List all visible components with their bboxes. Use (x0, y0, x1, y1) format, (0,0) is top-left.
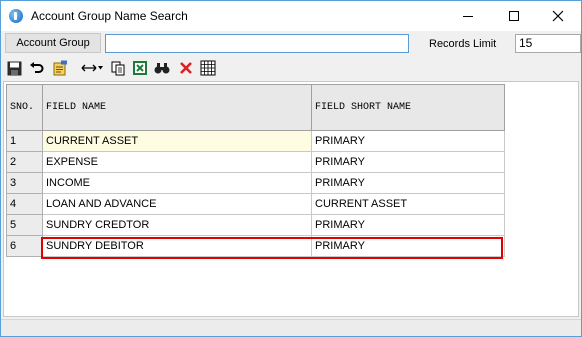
undo-button[interactable] (27, 59, 45, 77)
cell-field-name[interactable]: CURRENT ASSET (42, 130, 312, 152)
cell-sno[interactable]: 6 (6, 235, 43, 257)
search-row: Account Group Records Limit 15 (1, 31, 581, 57)
cell-field-name[interactable]: EXPENSE (42, 151, 312, 173)
export-excel-button[interactable] (131, 59, 149, 77)
cell-field-short-name[interactable]: CURRENT ASSET (311, 193, 505, 215)
title-bar: Account Group Name Search (1, 1, 581, 31)
cell-field-name[interactable]: SUNDRY DEBITOR (42, 235, 312, 257)
table-row[interactable]: 4 LOAN AND ADVANCE CURRENT ASSET (6, 193, 505, 215)
header-row: SNO. FIELD NAME FIELD SHORT NAME (6, 84, 505, 131)
cell-sno[interactable]: 2 (6, 151, 43, 173)
copy-button[interactable] (109, 59, 127, 77)
move-arrows-icon (81, 64, 103, 72)
column-header-field-name[interactable]: FIELD NAME (42, 84, 312, 131)
cell-field-name[interactable]: INCOME (42, 172, 312, 194)
table-row-selected[interactable]: 6 SUNDRY DEBITOR PRIMARY (6, 235, 505, 257)
maximize-icon (509, 11, 519, 22)
undo-icon (29, 61, 43, 73)
status-bar (1, 319, 581, 336)
move-arrows-button[interactable] (79, 59, 105, 77)
grid-view-button[interactable] (199, 59, 217, 77)
edit-note-icon (53, 60, 67, 76)
cell-sno[interactable]: 1 (6, 130, 43, 152)
account-group-input[interactable] (105, 34, 409, 53)
cell-field-short-name[interactable]: PRIMARY (311, 172, 505, 194)
app-icon (9, 9, 23, 23)
cell-field-short-name[interactable]: PRIMARY (311, 151, 505, 173)
records-limit-label: Records Limit (429, 38, 497, 50)
minimize-button[interactable] (445, 1, 491, 31)
close-window-button[interactable] (535, 1, 581, 31)
grid-icon (200, 60, 216, 76)
column-header-sno[interactable]: SNO. (6, 84, 43, 131)
cell-field-short-name[interactable]: PRIMARY (311, 214, 505, 236)
maximize-button[interactable] (491, 1, 537, 31)
cell-field-short-name[interactable]: PRIMARY (311, 235, 505, 257)
cell-field-short-name[interactable]: PRIMARY (311, 130, 505, 152)
copy-icon (111, 61, 124, 75)
minimize-icon (463, 15, 473, 17)
table-row[interactable]: 5 SUNDRY CREDTOR PRIMARY (6, 214, 505, 236)
edit-note-button[interactable] (51, 59, 69, 77)
account-group-search-window: Account Group Name Search Account Group … (0, 0, 582, 337)
records-limit-input[interactable]: 15 (515, 34, 581, 53)
delete-button[interactable] (177, 59, 195, 77)
find-button[interactable] (153, 59, 171, 77)
excel-icon (133, 61, 147, 75)
results-table: SNO. FIELD NAME FIELD SHORT NAME 1 CURRE… (6, 84, 505, 257)
delete-icon (180, 62, 192, 74)
cell-sno[interactable]: 5 (6, 214, 43, 236)
save-button[interactable] (5, 59, 23, 77)
cell-field-name[interactable]: LOAN AND ADVANCE (42, 193, 312, 215)
close-icon (552, 10, 564, 22)
table-row[interactable]: 2 EXPENSE PRIMARY (6, 151, 505, 173)
table-row[interactable]: 3 INCOME PRIMARY (6, 172, 505, 194)
save-icon (7, 61, 21, 75)
results-grid: SNO. FIELD NAME FIELD SHORT NAME 1 CURRE… (3, 81, 579, 317)
column-header-field-short-name[interactable]: FIELD SHORT NAME (311, 84, 505, 131)
cell-field-name[interactable]: SUNDRY CREDTOR (42, 214, 312, 236)
cell-sno[interactable]: 3 (6, 172, 43, 194)
window-title: Account Group Name Search (31, 9, 188, 23)
toolbar (1, 57, 581, 79)
account-group-label: Account Group (5, 33, 101, 53)
find-icon (154, 63, 170, 74)
cell-sno[interactable]: 4 (6, 193, 43, 215)
table-row[interactable]: 1 CURRENT ASSET PRIMARY (6, 130, 505, 152)
